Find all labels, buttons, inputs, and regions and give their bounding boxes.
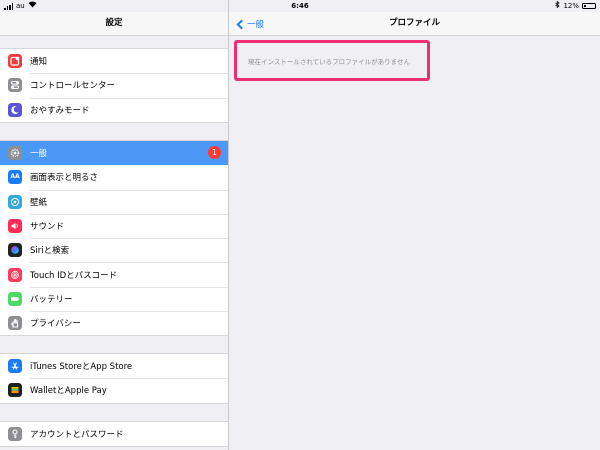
bluetooth-icon (555, 0, 561, 12)
detail-nav-bar: プロファイル 一般 (229, 12, 600, 36)
sidebar-nav-bar: 設定 (0, 12, 228, 36)
settings-group-4: アカウントとパスワード (0, 421, 228, 448)
settings-group-3: iTunes StoreとApp Store WalletとApple Pay (0, 353, 228, 404)
settings-row-control-center[interactable]: コントロールセンター (0, 73, 228, 97)
settings-row-battery[interactable]: バッテリー (0, 286, 228, 311)
notification-badge: 1 (208, 146, 221, 159)
notification-icon (8, 54, 22, 69)
status-bar: au 6:46 12% (0, 0, 600, 12)
settings-row-touch-id-passcode[interactable]: Touch IDとパスコード (0, 262, 228, 286)
settings-row-label: アカウントとパスワード (30, 430, 124, 441)
settings-row-label: 一般 (30, 149, 48, 160)
settings-row-label: プライバシー (30, 319, 81, 330)
settings-row-accounts-passwords[interactable]: アカウントとパスワード (0, 422, 228, 446)
sidebar-title: 設定 (105, 18, 123, 28)
wallpaper-icon (8, 194, 22, 209)
settings-row-label: サウンド (30, 222, 65, 233)
detail-pane: プロファイル 一般 現在インストールされているプロファイルがありません (229, 0, 600, 450)
settings-row-siri-search[interactable]: Siriと検索 (0, 238, 228, 262)
key-icon (8, 427, 22, 442)
detail-title: プロファイル (388, 18, 440, 28)
settings-row-general[interactable]: 一般 1 (0, 141, 228, 166)
gear-icon (8, 146, 22, 161)
empty-profiles-message: 現在インストールされているプロファイルがありません (248, 57, 410, 66)
settings-row-notifications[interactable]: 通知 (0, 49, 228, 73)
settings-row-display-brightness[interactable]: AA 画面表示と明るさ (0, 165, 228, 189)
wallet-icon (8, 383, 22, 398)
empty-state-highlight: 現在インストールされているプロファイルがありません (234, 40, 430, 81)
chevron-left-icon (236, 19, 247, 29)
display-icon: AA (8, 170, 22, 185)
hand-icon (8, 316, 22, 331)
settings-row-label: 壁紙 (30, 197, 48, 208)
settings-row-itunes-app-store[interactable]: iTunes StoreとApp Store (0, 354, 228, 378)
siri-icon (8, 243, 22, 258)
settings-sidebar: 設定 通知 コントロールセンター おやすみモード 一般 1 AA 画面表示と明る… (0, 0, 228, 450)
settings-row-label: バッテリー (30, 294, 73, 305)
settings-row-label: Siriと検索 (30, 246, 70, 257)
status-battery-icon (582, 3, 596, 9)
settings-group-1: 通知 コントロールセンター おやすみモード (0, 48, 228, 123)
battery-icon (8, 291, 22, 306)
status-time: 6:46 (291, 2, 309, 10)
back-button[interactable]: 一般 (235, 16, 264, 32)
settings-row-label: iTunes StoreとApp Store (30, 362, 133, 373)
control-center-icon (8, 78, 22, 93)
settings-row-sounds[interactable]: サウンド (0, 213, 228, 238)
back-button-label: 一般 (247, 20, 265, 30)
settings-row-privacy[interactable]: プライバシー (0, 311, 228, 335)
settings-row-wallpaper[interactable]: 壁紙 (0, 189, 228, 214)
settings-row-do-not-disturb[interactable]: おやすみモード (0, 97, 228, 122)
settings-row-label: 通知 (30, 57, 48, 68)
fingerprint-icon (8, 267, 22, 282)
settings-row-label: WalletとApple Pay (30, 386, 107, 397)
settings-row-label: 画面表示と明るさ (30, 173, 99, 184)
settings-group-2: 一般 1 AA 画面表示と明るさ 壁紙 サウンド Siriと検索 Touch I… (0, 140, 228, 337)
battery-percent: 12% (563, 2, 579, 10)
settings-row-label: Touch IDとパスコード (30, 270, 118, 281)
speaker-icon (8, 219, 22, 234)
settings-row-label: おやすみモード (30, 105, 90, 116)
settings-row-label: コントロールセンター (30, 81, 116, 92)
settings-row-wallet-apple-pay[interactable]: WalletとApple Pay (0, 378, 228, 402)
app-store-icon (8, 359, 22, 374)
moon-icon (8, 102, 22, 117)
